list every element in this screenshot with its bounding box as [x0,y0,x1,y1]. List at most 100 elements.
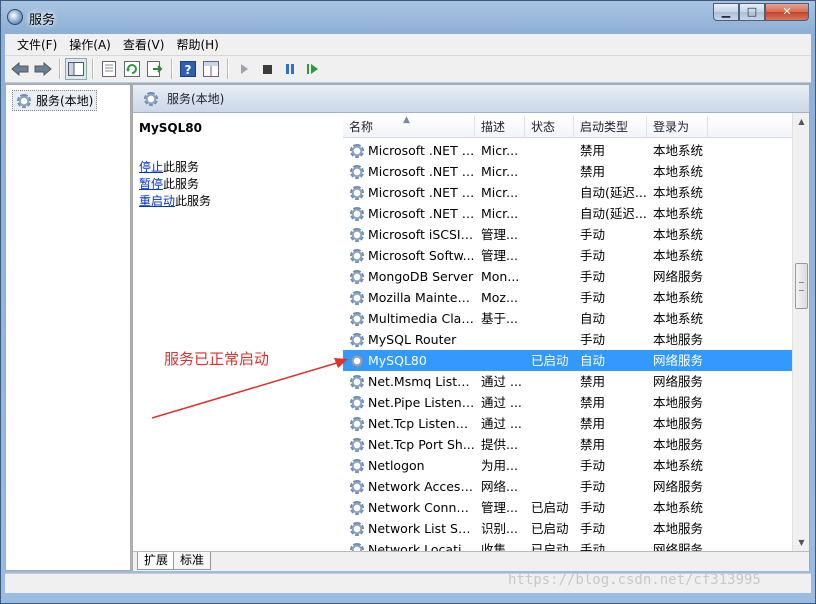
cell-log-on-as: 本地系统 [653,164,704,179]
scroll-thumb[interactable] [795,263,808,309]
table-row[interactable]: MongoDB Server Mon... 手动 网络服务 [343,266,799,287]
properties-icon[interactable] [98,58,120,80]
cell-log-on-as: 本地系统 [653,500,704,515]
stop-service-link[interactable]: 停止 [139,160,163,174]
table-row[interactable]: Microsoft Softw... 管理... 手动 本地系统 [343,245,799,266]
cell-description: 基于... [481,311,518,326]
toolbar-separator [227,59,229,79]
service-name: Network Locatio... [368,542,475,551]
menu-action[interactable]: 操作(A) [63,36,117,53]
scroll-down-icon[interactable]: ▼ [793,534,810,551]
table-row[interactable]: MySQL Router 手动 本地服务 [343,329,799,350]
tab-extended[interactable]: 扩展 [137,552,176,570]
table-row[interactable]: Network Access ... 网络... 手动 网络服务 [343,476,799,497]
table-row[interactable]: Net.Pipe Listene... 通过 ... 禁用 本地服务 [343,392,799,413]
services-window: 服务 ▁ □ ✕ 文件(F) 操作(A) 查看(V) 帮助(H) ? 服务(本地… [0,0,816,604]
back-arrow-icon[interactable] [9,58,31,80]
table-row[interactable]: Net.Tcp Listener... 通过 ... 禁用 本地服务 [343,413,799,434]
cell-name: Microsoft .NET F... [343,161,475,182]
tab-standard[interactable]: 标准 [173,552,212,570]
toolbar-separator [171,59,173,79]
cell-status [525,371,574,392]
cell-log-on-as: 网络服务 [653,374,704,389]
service-name: Net.Tcp Listener... [368,416,475,431]
cell-name: Network List Ser... [343,518,475,539]
menu-view[interactable]: 查看(V) [117,36,171,53]
table-row[interactable]: MySQL80 已启动 自动 网络服务 [343,350,799,371]
restart-service-link[interactable]: 重启动 [139,194,175,208]
service-name: MongoDB Server [368,269,474,284]
table-row[interactable]: Net.Tcp Port Sh... 提供... 禁用 本地服务 [343,434,799,455]
tree-item-services-local[interactable]: 服务(本地) [12,90,98,111]
cell-description: 管理... [481,500,518,515]
svg-text:?: ? [185,63,192,77]
cell-log-on-as: 网络服务 [653,542,704,551]
cell-log-on-as: 本地系统 [653,290,704,305]
gear-icon [349,227,365,243]
cell-status [525,413,574,434]
minimize-button[interactable]: ▁ [713,3,739,21]
gear-icon [143,91,159,107]
toolbar-separator [92,59,94,79]
table-row[interactable]: Network Locatio... 收集... 已启动 手动 网络服务 [343,539,799,551]
menu-file[interactable]: 文件(F) [11,36,63,53]
cell-status [525,161,574,182]
tree-item-label: 服务(本地) [36,94,94,108]
sort-ascending-icon: ▲ [403,116,410,125]
cell-log-on-as: 本地服务 [653,437,704,452]
table-row[interactable]: Microsoft .NET F... Micr... 禁用 本地系统 [343,140,799,161]
restart-service-icon[interactable] [302,58,324,80]
column-header-name[interactable]: ▲ 名称 [343,116,475,138]
table-row[interactable]: Microsoft .NET F... Micr... 自动(延迟... 本地系统 [343,203,799,224]
vertical-scrollbar[interactable]: ▲ ▼ [792,113,809,551]
table-row[interactable]: Multimedia Clas... 基于... 自动 本地系统 [343,308,799,329]
export-list-icon[interactable] [144,58,166,80]
table-row[interactable]: Microsoft .NET F... Micr... 禁用 本地系统 [343,161,799,182]
gear-icon [349,248,365,264]
help-icon[interactable]: ? [177,58,199,80]
table-row[interactable]: Network Connec... 管理... 已启动 手动 本地系统 [343,497,799,518]
menu-help[interactable]: 帮助(H) [170,36,224,53]
cell-name: Mozilla Mainten... [343,287,475,308]
refresh-icon[interactable] [121,58,143,80]
column-header-startup-type[interactable]: 启动类型 [574,116,647,138]
cell-description: Mon... [481,269,520,284]
column-header-description[interactable]: 描述 [475,116,525,138]
maximize-button[interactable]: □ [739,3,765,21]
close-button[interactable]: ✕ [765,3,809,21]
column-header-status[interactable]: 状态 [525,116,574,138]
column-header-log-on-as[interactable]: 登录为 [647,116,708,138]
service-name: Multimedia Clas... [368,311,475,326]
cell-startup-type: 手动 [580,458,606,473]
table-row[interactable]: Net.Msmq Liste... 通过 ... 禁用 网络服务 [343,371,799,392]
table-row[interactable]: Network List Ser... 识别... 已启动 手动 本地服务 [343,518,799,539]
gear-icon [349,437,365,453]
show-hide-pane-icon[interactable] [200,58,222,80]
cell-log-on-as: 本地服务 [653,416,704,431]
view-tabs: 扩展 标准 [133,551,809,571]
cell-name: Network Locatio... [343,539,475,551]
cell-status [525,182,574,203]
stop-service-icon[interactable] [256,58,278,80]
console-tree-icon[interactable] [65,58,87,80]
cell-startup-type: 手动 [580,227,606,242]
start-service-icon[interactable] [233,58,255,80]
cell-name: Net.Tcp Port Sh... [343,434,475,455]
scroll-up-icon[interactable]: ▲ [793,113,810,130]
table-row[interactable]: Mozilla Mainten... Moz... 手动 本地系统 [343,287,799,308]
pause-service-suffix: 此服务 [163,177,200,191]
gear-icon [349,143,365,159]
table-row[interactable]: Netlogon 为用... 手动 本地系统 [343,455,799,476]
cell-status [525,455,574,476]
table-row[interactable]: Microsoft iSCSI I... 管理... 手动 本地系统 [343,224,799,245]
pause-service-icon[interactable] [279,58,301,80]
service-name: Network Connec... [368,500,475,515]
cell-log-on-as: 网络服务 [653,479,704,494]
cell-startup-type: 禁用 [580,143,606,158]
cell-log-on-as: 本地服务 [653,521,704,536]
cell-startup-type: 手动 [580,332,606,347]
title-bar[interactable]: 服务 ▁ □ ✕ [1,1,815,33]
pause-service-link[interactable]: 暂停 [139,177,163,191]
forward-arrow-icon[interactable] [32,58,54,80]
table-row[interactable]: Microsoft .NET F... Micr... 自动(延迟... 本地系统 [343,182,799,203]
